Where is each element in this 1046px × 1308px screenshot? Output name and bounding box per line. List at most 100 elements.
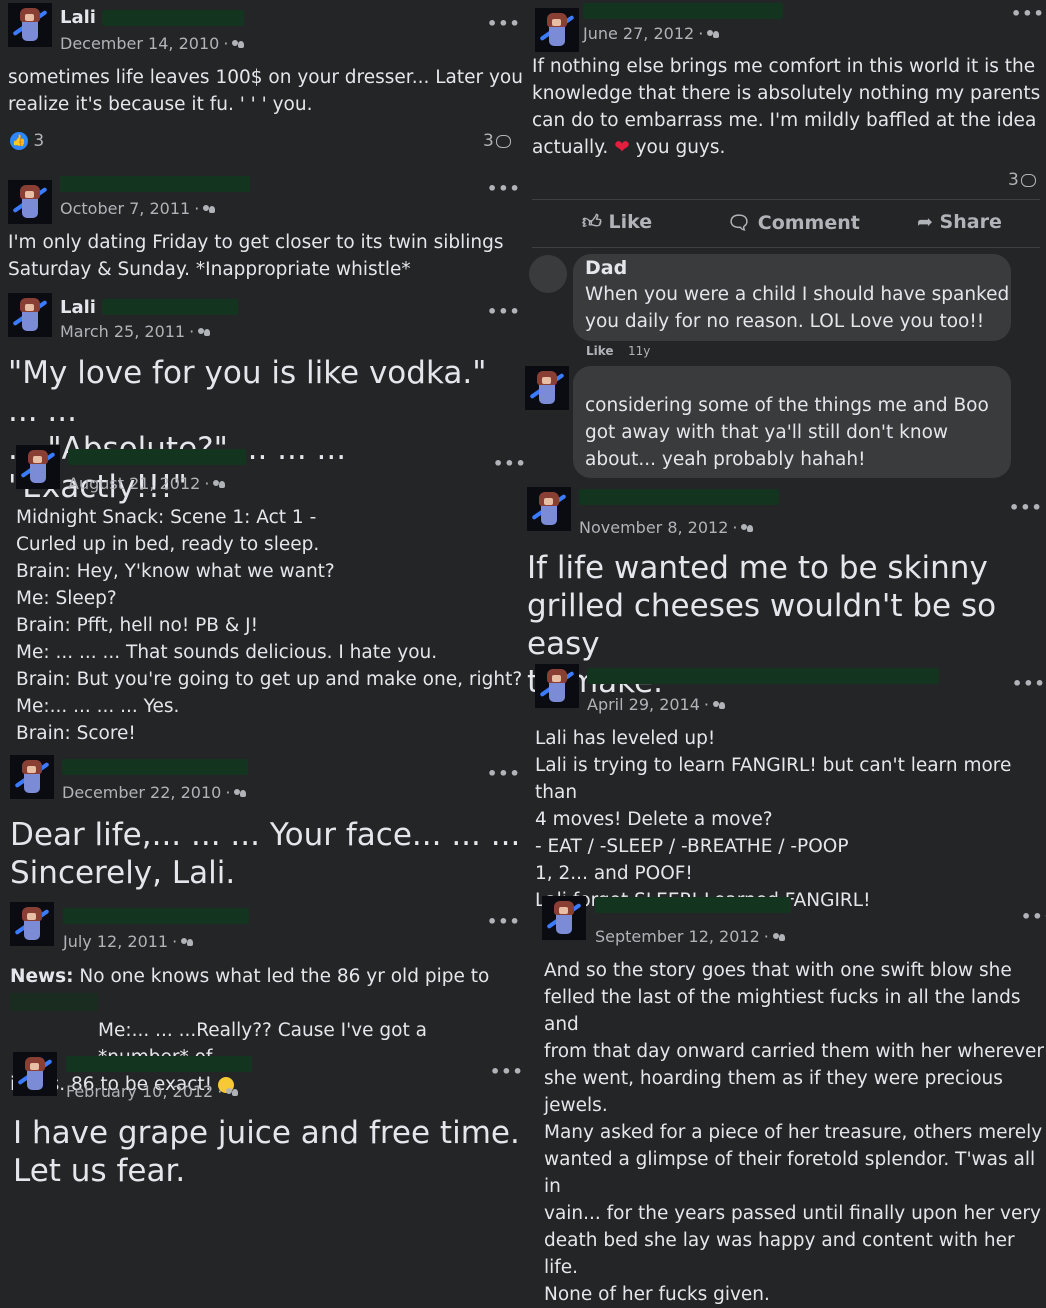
redacted-name [102, 299, 238, 315]
more-options-icon[interactable]: ••• [493, 454, 527, 473]
comment-age: 11y [628, 344, 651, 358]
post-text: sometimes life leaves 100$ on your dress… [8, 64, 523, 118]
more-options-icon[interactable]: ••• [1021, 907, 1046, 926]
more-options-icon[interactable]: ••• [487, 302, 521, 321]
more-options-icon[interactable]: ••• [487, 179, 521, 198]
text-line: Brain: But you're going to get up and ma… [16, 669, 523, 690]
divider [532, 199, 1040, 200]
text-line: realize it's because it fu. ' ' ' you. [8, 94, 313, 115]
text-line-content: you guys. [635, 137, 726, 158]
comment-count-value: 3 [483, 131, 494, 151]
avatar[interactable] [542, 896, 586, 940]
redacted-name [102, 10, 244, 26]
text-line: vain... for the years passed until final… [544, 1203, 1041, 1224]
text-line: Midnight Snack: Scene 1: Act 1 - [16, 507, 317, 528]
avatar[interactable] [10, 755, 54, 799]
avatar[interactable] [529, 255, 567, 293]
more-options-icon[interactable]: ••• [490, 1062, 524, 1081]
text-line: I have grape juice and free time. [13, 1115, 520, 1151]
avatar[interactable] [535, 8, 579, 52]
redacted-name [595, 897, 791, 913]
post-meta: April 29, 2014 · [587, 695, 726, 714]
post-date[interactable]: August 21, 2012 [68, 474, 200, 493]
avatar[interactable] [8, 3, 52, 47]
more-options-icon[interactable]: ••• [487, 764, 521, 783]
comment-bubble: considering some of the things me and Bo… [573, 366, 1011, 478]
text-line: "My love for you is like vodka." ... ... [8, 355, 487, 429]
avatar[interactable] [527, 487, 571, 531]
audience-friends-icon [713, 701, 726, 710]
avatar[interactable] [16, 445, 60, 489]
audience-friends-icon [198, 328, 211, 337]
text-line: When you were a child I should have span… [585, 284, 1010, 305]
avatar[interactable] [13, 1052, 57, 1096]
reaction-summary[interactable]: 👍 3 [10, 131, 44, 151]
more-options-icon[interactable]: ••• [1012, 674, 1046, 693]
author-name[interactable]: Lali [60, 7, 96, 28]
post-date[interactable]: December 14, 2010 [60, 34, 219, 53]
avatar[interactable] [10, 902, 54, 946]
avatar[interactable] [535, 664, 579, 708]
author-name[interactable]: Lali [60, 297, 96, 318]
post-date[interactable]: February 10, 2012 [66, 1082, 213, 1101]
text-line: considering some of the things me and Bo… [585, 395, 989, 416]
post-date[interactable]: March 25, 2011 [60, 322, 185, 341]
text-line: None of her fucks given. [544, 1284, 770, 1305]
text-line: can do to embarrass me. I'm mildly baffl… [532, 110, 1037, 131]
avatar[interactable] [8, 293, 52, 337]
text-line: got away with that ya'll still don't kno… [585, 422, 949, 443]
comment-text: considering some of the things me and Bo… [585, 392, 989, 473]
reaction-count: 3 [33, 131, 45, 151]
post-meta: March 25, 2011 · [60, 322, 211, 341]
text-line: Dear life,... ... ... Your face... ... .… [10, 817, 521, 853]
news-label: News: [10, 966, 74, 987]
comment-text: When you were a child I should have span… [585, 281, 1009, 335]
text-line: you daily for no reason. LOL Love you to… [585, 311, 985, 332]
text-line: Brain: Score! [16, 723, 136, 744]
post-date[interactable]: July 12, 2011 [63, 932, 168, 951]
post-date[interactable]: June 27, 2012 [583, 24, 694, 43]
redacted-name [68, 449, 246, 465]
more-options-icon[interactable]: ••• [1009, 498, 1043, 517]
like-label: Like [608, 211, 653, 233]
text-line: Brain: Pfft, hell no! PB & J! [16, 615, 259, 636]
avatar[interactable] [525, 366, 569, 410]
post-apr-29-2014: April 29, 2014 · ••• Lali has leveled up!… [525, 660, 1046, 911]
post-oct-7-2011: October 7, 2011 · ••• I'm only dating Fri… [0, 170, 525, 285]
comment-dad: Dad When you were a child I should have … [525, 250, 1046, 362]
post-date[interactable]: October 7, 2011 [60, 199, 190, 218]
redacted-name [587, 668, 939, 684]
share-icon: ➦ [917, 211, 933, 233]
redacted-name [63, 908, 249, 924]
text-line: If nothing else brings me comfort in thi… [532, 56, 1036, 77]
comment-count-value: 3 [1008, 170, 1019, 190]
post-meta: February 10, 2012 · [66, 1082, 239, 1101]
like-button[interactable]: 👍︎ Like [582, 211, 652, 234]
share-button[interactable]: ➦ Share [917, 211, 1002, 233]
comment-count[interactable]: 3 [483, 131, 511, 151]
comment-count[interactable]: 3 [1008, 170, 1036, 190]
more-options-icon[interactable]: ••• [487, 912, 521, 931]
more-options-icon[interactable]: ••• [1011, 4, 1045, 23]
post-date[interactable]: December 22, 2010 [62, 783, 221, 802]
avatar[interactable] [8, 180, 52, 224]
post-meta: July 12, 2011 · [63, 932, 194, 951]
post-date[interactable]: November 8, 2012 [579, 518, 728, 537]
comment-like-button[interactable]: Like [586, 344, 614, 358]
text-line: 1, 2... and POOF! [535, 863, 693, 884]
text-line: Lali is trying to learn FANGIRL! but can… [535, 755, 1012, 803]
post-meta: October 7, 2011 · [60, 199, 216, 218]
more-options-icon[interactable]: ••• [487, 14, 521, 33]
post-feb-10-2012: February 10, 2012 · ••• I have grape juic… [0, 1046, 525, 1200]
text-line: she went, hoarding them as if they were … [544, 1068, 1003, 1116]
redacted-name [579, 489, 779, 505]
post-date[interactable]: September 12, 2012 [595, 927, 760, 946]
text-line: sometimes life leaves 100$ on your dress… [8, 67, 523, 88]
commenter-name[interactable]: Dad [585, 257, 627, 279]
text-line: felled the last of the mightiest fucks i… [544, 987, 1021, 1035]
like-icon: 👍 [10, 132, 28, 150]
comment-button[interactable]: 🗨 Comment [727, 211, 860, 234]
comment-icon [1020, 173, 1036, 187]
text-line: Me: ... ... ... That sounds delicious. I… [16, 642, 438, 663]
post-date[interactable]: April 29, 2014 [587, 695, 700, 714]
